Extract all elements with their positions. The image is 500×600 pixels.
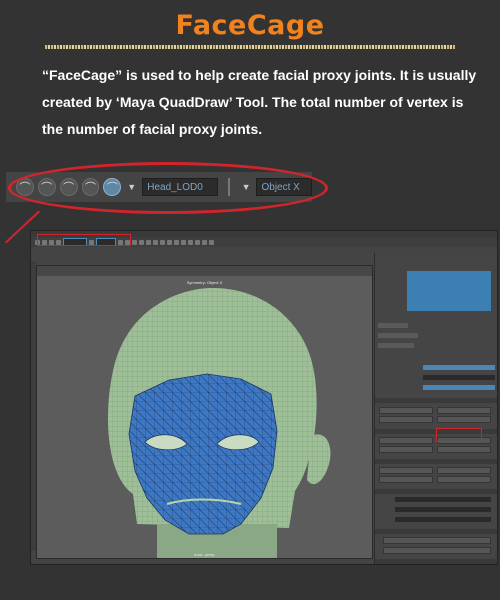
- tool-option-button[interactable]: [437, 407, 491, 414]
- 3d-viewport[interactable]: Symmetry: Object X front -persp: [36, 265, 373, 559]
- settings-field[interactable]: [423, 365, 495, 370]
- description-text: “FaceCage” is used to help create facial…: [42, 67, 477, 137]
- tool-option-button[interactable]: [379, 437, 433, 444]
- tool-option-button[interactable]: [379, 416, 433, 423]
- highlight-box: [436, 428, 482, 442]
- slider-field[interactable]: [395, 517, 491, 522]
- tool-option-button[interactable]: [437, 467, 491, 474]
- settings-field[interactable]: [423, 385, 495, 390]
- highlight-box: [37, 234, 131, 246]
- quad-component-panel: [407, 271, 491, 311]
- settings-button[interactable]: [383, 547, 491, 554]
- tool-option-button[interactable]: [437, 416, 491, 423]
- settings-field[interactable]: [423, 375, 495, 380]
- face-cage-model[interactable]: [37, 266, 373, 559]
- tool-option-button[interactable]: [437, 446, 491, 453]
- tool-option-button[interactable]: [379, 446, 433, 453]
- decorative-divider: [45, 45, 455, 49]
- page-title: FaceCage: [175, 10, 325, 41]
- slider-field[interactable]: [395, 497, 491, 502]
- maya-window: Symmetry: Object X front -persp: [30, 230, 498, 565]
- tool-option-button[interactable]: [379, 407, 433, 414]
- tool-option-button[interactable]: [379, 467, 433, 474]
- tool-option-button[interactable]: [379, 476, 433, 483]
- slider-field[interactable]: [395, 507, 491, 512]
- quad-draw-tool-panel: [374, 253, 497, 564]
- tool-option-button[interactable]: [437, 476, 491, 483]
- viewport-camera-label: front -persp: [194, 552, 215, 557]
- highlight-ellipse: [8, 162, 328, 214]
- reset-button[interactable]: [383, 537, 491, 544]
